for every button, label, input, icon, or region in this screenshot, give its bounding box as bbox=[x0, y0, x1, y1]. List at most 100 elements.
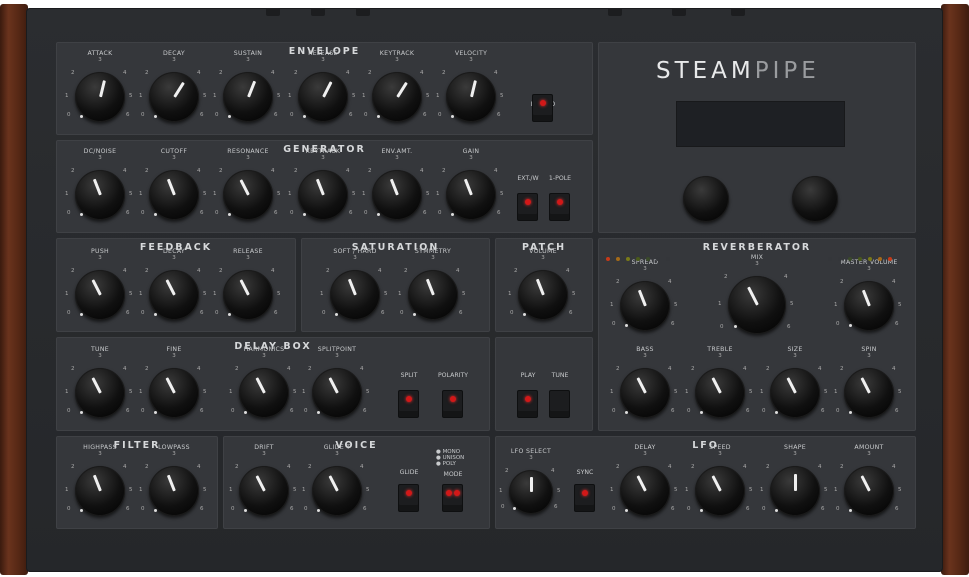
mode-led-a bbox=[446, 490, 452, 496]
scale-mark: 3 bbox=[335, 353, 339, 359]
scale-mark: 5 bbox=[500, 93, 504, 99]
scale-mark: 5 bbox=[674, 487, 678, 493]
scale-mark: 1 bbox=[718, 301, 722, 307]
knob-pointer bbox=[425, 278, 435, 296]
scale-mark: 2 bbox=[616, 366, 620, 372]
scale-mark: 4 bbox=[743, 464, 747, 470]
scale-mark: 4 bbox=[271, 168, 275, 174]
sync-button[interactable] bbox=[574, 484, 595, 512]
knob-pointer bbox=[710, 377, 722, 394]
glide-button[interactable] bbox=[398, 484, 419, 512]
scale-mark: 3 bbox=[469, 57, 473, 63]
scale-mark: 4 bbox=[123, 268, 127, 274]
split-button[interactable] bbox=[398, 390, 419, 418]
scale-mark: 0 bbox=[67, 408, 71, 414]
display-encoder-2[interactable] bbox=[792, 176, 838, 222]
scale-mark: 1 bbox=[213, 191, 217, 197]
knob-splitpoint[interactable]: SPLITPOINT 3 0 1 2 4 5 6 bbox=[302, 346, 370, 420]
play-tune-panel bbox=[495, 337, 593, 431]
scale-mark: 5 bbox=[203, 291, 207, 297]
scale-mark: 1 bbox=[213, 93, 217, 99]
knob-amount[interactable]: AMOUNT 3 0 1 2 4 5 6 bbox=[834, 444, 902, 518]
scale-mark: 6 bbox=[746, 408, 750, 414]
onepole-button[interactable] bbox=[549, 193, 570, 221]
knob-fine[interactable]: FINE 3 0 1 2 4 5 6 bbox=[139, 346, 207, 420]
scale-mark: 1 bbox=[139, 487, 143, 493]
scale-mark: 6 bbox=[349, 210, 353, 216]
scale-mark: 2 bbox=[71, 168, 75, 174]
scale-mark: 0 bbox=[836, 408, 840, 414]
knob-zero-dot bbox=[80, 114, 83, 118]
scale-mark: 2 bbox=[71, 366, 75, 372]
knob-label: VELOCITY bbox=[454, 50, 488, 57]
polarity-button[interactable] bbox=[442, 390, 463, 418]
knob-mix[interactable]: MIX 3 0 1 2 4 5 6 bbox=[718, 254, 794, 336]
meter-led bbox=[606, 257, 610, 261]
extw-button[interactable] bbox=[517, 193, 538, 221]
legato-button[interactable] bbox=[532, 94, 553, 122]
scale-mark: 4 bbox=[123, 168, 127, 174]
tune-button[interactable] bbox=[549, 390, 570, 418]
scale-mark: 0 bbox=[612, 321, 616, 327]
scale-mark: 1 bbox=[302, 487, 306, 493]
scale-mark: 2 bbox=[616, 279, 620, 285]
scale-mark: 6 bbox=[200, 112, 204, 118]
knob-volume[interactable]: VOLUME 3 0 1 2 4 5 6 bbox=[508, 248, 576, 322]
knob-pointer bbox=[469, 80, 477, 98]
scale-mark: 5 bbox=[352, 93, 356, 99]
knob-pointer bbox=[238, 179, 250, 196]
knob-zero-dot bbox=[451, 212, 454, 216]
scale-mark: 2 bbox=[766, 464, 770, 470]
knob-master-volume[interactable]: MASTER VOLUME 3 0 1 2 4 5 6 bbox=[834, 259, 902, 333]
knob-zero-dot bbox=[80, 410, 83, 414]
scale-mark: 6 bbox=[459, 310, 463, 316]
mode-button[interactable] bbox=[442, 484, 463, 512]
knob-lfo-select[interactable]: LFO SELECT 3 0 1 2 4 5 6 bbox=[499, 448, 561, 516]
scale-mark: 0 bbox=[141, 112, 145, 118]
knob-zero-dot bbox=[154, 312, 157, 316]
scale-mark: 1 bbox=[834, 487, 838, 493]
knob-pointer bbox=[166, 474, 176, 492]
knob-velocity[interactable]: VELOCITY 3 0 1 2 4 5 6 bbox=[436, 50, 504, 124]
scale-mark: 1 bbox=[139, 389, 143, 395]
scale-mark: 1 bbox=[65, 191, 69, 197]
meter-led bbox=[656, 257, 660, 261]
knob-fb-release[interactable]: RELEASE 3 0 1 2 4 5 6 bbox=[213, 248, 281, 322]
scale-mark: 5 bbox=[426, 191, 430, 197]
meter-led bbox=[666, 257, 670, 261]
onepole-led bbox=[557, 199, 563, 205]
knob-zero-dot bbox=[513, 507, 517, 511]
scale-mark: 6 bbox=[126, 506, 130, 512]
scale-mark: 0 bbox=[836, 321, 840, 327]
knob-symmetry[interactable]: SYMMETRY 3 0 1 2 4 5 6 bbox=[398, 248, 466, 322]
scale-mark: 4 bbox=[551, 468, 555, 474]
knob-pointer bbox=[395, 81, 408, 98]
knob-label: GAIN bbox=[462, 148, 480, 155]
knob-spin[interactable]: SPIN 3 0 1 2 4 5 6 bbox=[834, 346, 902, 420]
scale-mark: 1 bbox=[229, 389, 233, 395]
knob-lowpass[interactable]: LOWPASS 3 0 1 2 4 5 6 bbox=[139, 444, 207, 518]
knob-glide-t[interactable]: GLIDE T3 0 1 2 4 5 6 bbox=[302, 444, 370, 518]
display-encoder-1[interactable] bbox=[683, 176, 729, 222]
scale-mark: 6 bbox=[423, 112, 427, 118]
scale-mark: 1 bbox=[610, 302, 614, 308]
scale-mark: 6 bbox=[821, 408, 825, 414]
knob-gain[interactable]: GAIN 3 0 1 2 4 5 6 bbox=[436, 148, 504, 222]
scale-mark: 4 bbox=[271, 268, 275, 274]
scale-mark: 6 bbox=[126, 112, 130, 118]
split-label: SPLIT bbox=[400, 372, 418, 379]
play-led bbox=[525, 396, 531, 402]
scale-mark: 1 bbox=[139, 191, 143, 197]
knob-zero-dot bbox=[303, 212, 306, 216]
scale-mark: 5 bbox=[790, 301, 794, 307]
knob-spread[interactable]: SPREAD 3 0 1 2 4 5 6 bbox=[610, 259, 678, 333]
scale-mark: 1 bbox=[320, 291, 324, 297]
knob-pointer bbox=[529, 477, 533, 492]
scale-mark: 4 bbox=[668, 279, 672, 285]
play-button[interactable] bbox=[517, 390, 538, 418]
scale-mark: 6 bbox=[274, 210, 278, 216]
scale-mark: 0 bbox=[501, 504, 505, 510]
scale-mark: 3 bbox=[867, 353, 871, 359]
scale-mark: 3 bbox=[431, 255, 435, 261]
scale-mark: 6 bbox=[569, 310, 573, 316]
